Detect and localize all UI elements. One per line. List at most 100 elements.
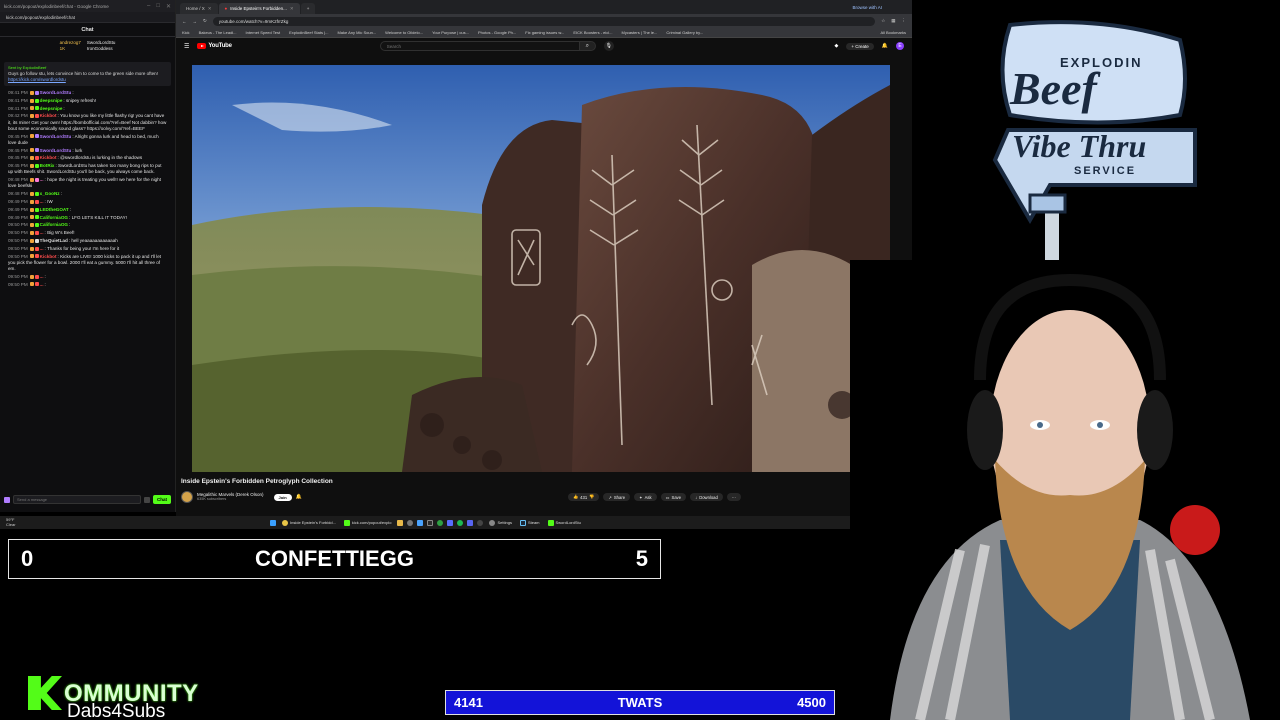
- verified-badge-icon: [34, 191, 39, 196]
- chat-message: 09:50 PM...:: [8, 274, 167, 280]
- weather-widget[interactable]: 59°F Clear: [6, 517, 16, 527]
- message-username[interactable]: Kickbot: [40, 254, 57, 259]
- ask-button[interactable]: ✦ Ask: [634, 493, 657, 501]
- youtube-search-input[interactable]: [379, 41, 580, 51]
- notification-bell-icon[interactable]: 🔔: [882, 43, 888, 49]
- bookmark-item[interactable]: Criminal Gallery by...: [666, 30, 703, 35]
- folder-icon[interactable]: [397, 519, 404, 526]
- sub-badge-icon: [29, 191, 34, 196]
- thumbs-down-icon[interactable]: 👎: [589, 494, 594, 500]
- taskbar-item[interactable]: Inside Epstein's Forbidd...: [280, 518, 338, 527]
- top-user[interactable]: andrezog7 1K: [60, 40, 81, 51]
- chat-url-bar[interactable]: kick.com/popout/explodinbeef/chat: [0, 12, 175, 23]
- hamburger-icon[interactable]: ☰: [184, 43, 189, 50]
- taskbar-item[interactable]: SwordLordStu: [546, 518, 583, 527]
- youtube-logo[interactable]: YouTube: [197, 43, 232, 49]
- settings-icon[interactable]: [144, 496, 150, 503]
- bookmark-item[interactable]: ExplodinBeef Stats |...: [289, 30, 328, 35]
- emote-icon[interactable]: [4, 496, 10, 503]
- more-actions-icon[interactable]: ⋯: [726, 493, 741, 501]
- taskbar-item[interactable]: Settings: [487, 518, 513, 527]
- message-username[interactable]: SwordLordStu: [40, 90, 72, 95]
- bookmark-item[interactable]: Fix gaming issues w...: [525, 30, 564, 35]
- discord-icon[interactable]: [467, 519, 474, 526]
- create-button[interactable]: + Create: [846, 42, 874, 50]
- url-input[interactable]: [212, 16, 876, 26]
- search-icon[interactable]: ⌕: [579, 41, 596, 51]
- gem-icon[interactable]: ◆: [835, 43, 839, 49]
- windows-start-icon[interactable]: [270, 519, 276, 526]
- tab-youtube[interactable]: ● Inside Epstein's Forbidden... ✕: [218, 3, 300, 14]
- chat-message: 09:45 PM BotRix: SwordLordStu has taken t…: [8, 163, 167, 175]
- star-icon[interactable]: ☆: [881, 18, 885, 24]
- close-icon[interactable]: ✕: [290, 6, 294, 12]
- message-username[interactable]: CaliforniaOG: [40, 215, 68, 220]
- account-avatar[interactable]: E: [896, 42, 904, 50]
- taskbar-item[interactable]: kick.com/popout/explo: [342, 518, 394, 527]
- message-username[interactable]: ...: [40, 230, 44, 235]
- message-username[interactable]: ...: [40, 274, 44, 279]
- bookmark-item[interactable]: Mycasters | The le...: [622, 30, 658, 35]
- spotify-icon[interactable]: [457, 519, 464, 526]
- bookmark-item[interactable]: Your Purpose | cus...: [432, 30, 469, 35]
- bookmark-item[interactable]: Bakeus - The Leadi...: [199, 30, 237, 35]
- save-button[interactable]: ▭ Save: [660, 493, 687, 501]
- menu-icon[interactable]: ⋮: [902, 18, 907, 24]
- like-button[interactable]: 👍 431 👎: [567, 493, 600, 501]
- forward-icon[interactable]: →: [193, 19, 198, 24]
- new-tab-button[interactable]: +: [300, 3, 316, 14]
- join-button[interactable]: Join: [273, 493, 292, 501]
- message-username[interactable]: x_GooNz: [40, 191, 60, 196]
- xbox-icon[interactable]: [437, 519, 444, 526]
- bookmark-item[interactable]: Kick: [182, 30, 190, 35]
- chat-send-button[interactable]: Chat: [153, 495, 171, 504]
- message-username[interactable]: LEDtheGOAT: [40, 207, 69, 212]
- terminal-icon[interactable]: [427, 519, 434, 526]
- message-username[interactable]: CaliforniaOG: [40, 222, 68, 227]
- app-icon[interactable]: [447, 519, 454, 526]
- taskbar-item[interactable]: Steam: [518, 518, 542, 527]
- browse-with-ai-button[interactable]: Browse with AI: [852, 5, 882, 10]
- message-username[interactable]: deepsnipe: [40, 98, 63, 103]
- bookmark-item[interactable]: EICK Boosters - eicl...: [573, 30, 612, 35]
- reload-icon[interactable]: ↻: [203, 18, 207, 24]
- message-username[interactable]: TheQuietLad: [40, 238, 68, 243]
- pinned-link[interactable]: https://kick.com/swordlordstu: [8, 77, 66, 82]
- message-username[interactable]: ...: [40, 246, 44, 251]
- media-icon[interactable]: [417, 519, 424, 526]
- message-username[interactable]: Kickbot: [40, 155, 57, 160]
- channel-avatar[interactable]: [181, 491, 193, 503]
- maximize-icon[interactable]: □: [156, 3, 160, 10]
- back-icon[interactable]: ←: [182, 19, 187, 24]
- download-button[interactable]: ↓ Download: [690, 493, 723, 501]
- close-icon[interactable]: ✕: [208, 6, 212, 12]
- bookmark-item[interactable]: Welcome to Oildelo...: [385, 30, 423, 35]
- message-username[interactable]: ...: [40, 177, 44, 182]
- video-player[interactable]: [192, 65, 890, 472]
- message-username[interactable]: BotRix: [40, 163, 55, 168]
- chat-input[interactable]: [13, 495, 141, 504]
- bookmark-item[interactable]: Photos - Google Ph...: [478, 30, 516, 35]
- message-username[interactable]: ...: [40, 199, 44, 204]
- bookmark-item[interactable]: Make Any Mic Soun...: [337, 30, 376, 35]
- top-user[interactable]: SwordLordStu IronGoddess: [87, 40, 116, 51]
- bookmark-item[interactable]: Internet Speed Test: [246, 30, 281, 35]
- message-username[interactable]: Kickbot: [40, 113, 57, 118]
- message-username[interactable]: deepsnipe: [40, 106, 63, 111]
- extensions-icon[interactable]: ▦: [891, 18, 895, 24]
- all-bookmarks-button[interactable]: All Bookmarks: [880, 30, 906, 35]
- message-username[interactable]: SwordLordStu: [40, 134, 72, 139]
- obs-icon[interactable]: [477, 519, 484, 526]
- tab-x[interactable]: Home / X ✕: [180, 3, 218, 14]
- verified-badge-icon: [34, 156, 39, 161]
- share-button[interactable]: ↗ Share: [603, 493, 631, 501]
- bell-icon[interactable]: 🔔: [296, 494, 302, 500]
- microphone-icon[interactable]: 🎙: [603, 41, 614, 51]
- chat-message: 09:50 PM...:: [8, 282, 167, 288]
- message-username[interactable]: ...: [40, 282, 44, 287]
- message-username[interactable]: SwordLordStu: [40, 148, 72, 153]
- clock-icon[interactable]: [407, 519, 414, 526]
- close-icon[interactable]: ✕: [166, 3, 171, 10]
- minimize-icon[interactable]: –: [147, 3, 150, 10]
- like-count: 431: [580, 494, 588, 500]
